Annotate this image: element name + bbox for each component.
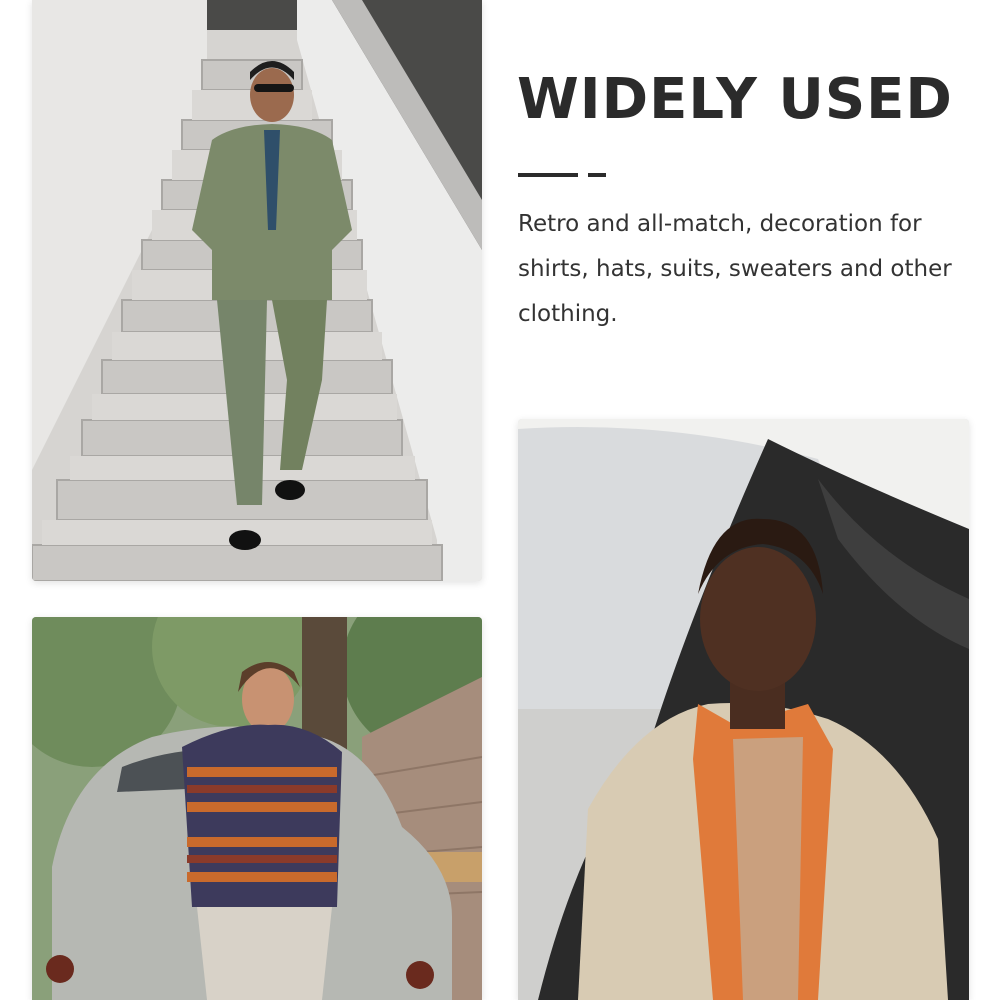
title-divider-long <box>518 173 578 177</box>
title-divider-short <box>588 173 606 177</box>
photo-man-in-suit-on-stairs <box>32 0 482 581</box>
photo-man-in-sweater-on-car <box>32 617 482 1000</box>
photo-man-in-orange-shirt-and-coat <box>518 419 969 1000</box>
page-title: WIDELY USED <box>517 67 953 132</box>
description-text: Retro and all-match, decoration for shir… <box>518 211 952 327</box>
